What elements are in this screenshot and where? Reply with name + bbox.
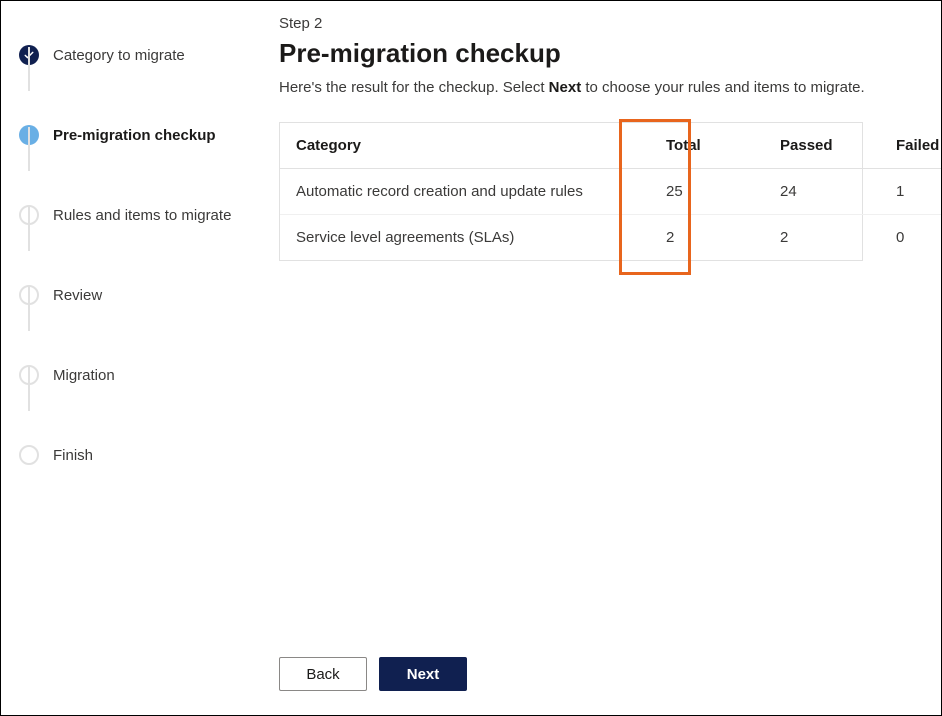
step-connector	[28, 47, 30, 91]
col-header-passed: Passed	[764, 123, 880, 169]
footer-bar: Back Next	[1, 657, 941, 715]
step-connector	[28, 207, 30, 251]
cell-total: 2	[650, 215, 764, 261]
table-row: Automatic record creation and update rul…	[280, 169, 941, 215]
results-table: Category Total Passed Failed Automatic r…	[280, 123, 941, 260]
cell-total: 25	[650, 169, 764, 215]
description-pre: Here's the result for the checkup. Selec…	[279, 79, 549, 96]
table-row: Service level agreements (SLAs)220	[280, 215, 941, 261]
cell-failed: 0	[880, 215, 941, 261]
col-header-category: Category	[280, 123, 650, 169]
next-button[interactable]: Next	[379, 657, 467, 691]
step-connector	[28, 127, 30, 171]
results-table-wrap: Category Total Passed Failed Automatic r…	[279, 122, 863, 261]
step-pending-item: Review	[19, 255, 259, 335]
pending-step-icon	[19, 445, 39, 465]
description-post: to choose your rules and items to migrat…	[585, 79, 864, 96]
cell-passed: 2	[764, 215, 880, 261]
step-label: Category to migrate	[53, 47, 185, 64]
description-keyword: Next	[549, 79, 582, 96]
step-pending-item: Rules and items to migrate	[19, 175, 259, 255]
step-label: Review	[53, 287, 102, 304]
step-current-item[interactable]: Pre-migration checkup	[19, 95, 259, 175]
app-window: Category to migrate Pre-migration checkup…	[0, 0, 942, 716]
step-label: Finish	[53, 447, 93, 464]
step-label: Rules and items to migrate	[53, 207, 231, 224]
step-pending-item: Finish	[19, 415, 259, 495]
col-header-total: Total	[650, 123, 764, 169]
description-text: Here's the result for the checkup. Selec…	[279, 79, 913, 96]
stepper-sidebar: Category to migrate Pre-migration checkup…	[1, 1, 259, 657]
step-label: Migration	[53, 367, 115, 384]
results-table-body: Automatic record creation and update rul…	[280, 169, 941, 261]
cell-category: Service level agreements (SLAs)	[280, 215, 650, 261]
cell-failed: 1	[880, 169, 941, 215]
step-connector	[28, 367, 30, 411]
step-connector	[28, 287, 30, 331]
table-header-row: Category Total Passed Failed	[280, 123, 941, 169]
main-area: Category to migrate Pre-migration checkup…	[1, 1, 941, 657]
content-pane: Step 2 Pre-migration checkup Here's the …	[259, 1, 941, 657]
cell-passed: 24	[764, 169, 880, 215]
step-label: Pre-migration checkup	[53, 127, 216, 144]
page-title: Pre-migration checkup	[279, 38, 913, 69]
step-completed-item[interactable]: Category to migrate	[19, 15, 259, 95]
col-header-failed: Failed	[880, 123, 941, 169]
step-indicator: Step 2	[279, 15, 913, 32]
back-button[interactable]: Back	[279, 657, 367, 691]
step-pending-item: Migration	[19, 335, 259, 415]
cell-category: Automatic record creation and update rul…	[280, 169, 650, 215]
